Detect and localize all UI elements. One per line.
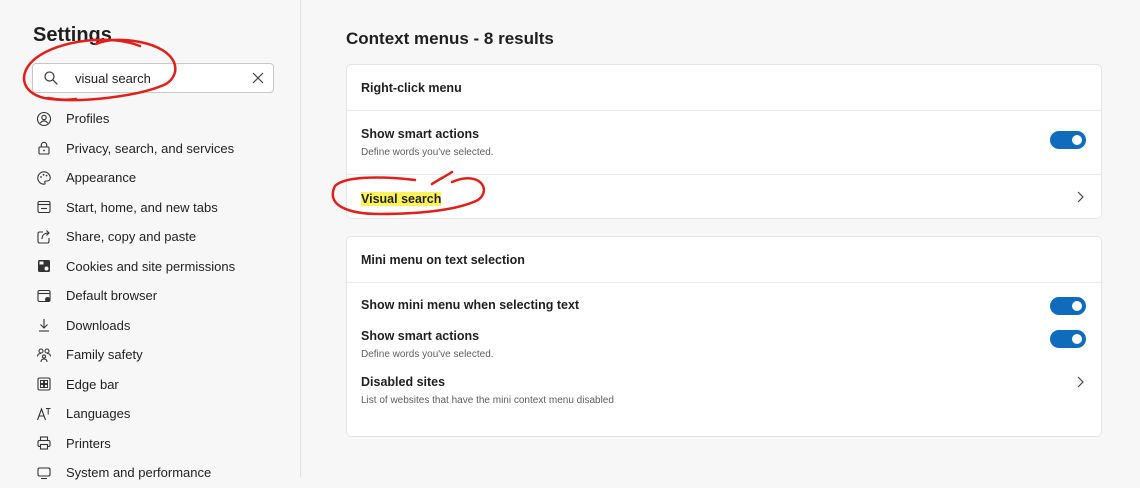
sidebar-item-label: System and performance: [66, 465, 212, 481]
sidebar-item-start-home[interactable]: Start, home, and new tabs: [36, 193, 286, 223]
right-click-menu-card: Right-click menu Show smart actions Defi…: [346, 64, 1102, 219]
setting-row-show-mini-menu: Show mini menu when selecting text: [347, 283, 1101, 321]
download-icon: [36, 317, 52, 333]
sidebar-item-label: Appearance: [66, 170, 137, 186]
sidebar-item-printers[interactable]: Printers: [36, 429, 286, 459]
share-icon: [36, 229, 52, 245]
setting-title: Show smart actions: [361, 127, 480, 141]
cookies-icon: [36, 258, 52, 274]
show-mini-menu-toggle[interactable]: [1050, 297, 1086, 315]
mini-smart-actions-toggle[interactable]: [1050, 330, 1086, 348]
search-box[interactable]: [32, 63, 274, 93]
mini-menu-card: Mini menu on text selection Show mini me…: [346, 236, 1102, 437]
sidebar-item-label: Cookies and site permissions: [66, 258, 236, 274]
sidebar-item-system[interactable]: System and performance: [36, 458, 286, 488]
sidebar-item-share[interactable]: Share, copy and paste: [36, 222, 286, 252]
card-header: Right-click menu: [347, 65, 1101, 111]
sidebar-item-profiles[interactable]: Profiles: [36, 104, 286, 134]
setting-description: Define words you've selected.: [361, 349, 494, 360]
sidebar-item-label: Profiles: [66, 111, 110, 127]
profile-icon: [36, 111, 52, 127]
language-icon: [36, 406, 52, 422]
browser-icon: [36, 288, 52, 304]
results-title: Context menus - 8 results: [346, 29, 554, 48]
setting-title: Show smart actions: [361, 329, 480, 343]
setting-title: Disabled sites: [361, 375, 446, 389]
setting-title: Show mini menu when selecting text: [361, 298, 580, 312]
setting-description: List of websites that have the mini cont…: [361, 395, 614, 406]
family-icon: [36, 347, 52, 363]
setting-row-visual-search[interactable]: Visual search: [347, 175, 1101, 219]
sidebar-item-label: Edge bar: [66, 376, 119, 392]
sidebar-item-cookies[interactable]: Cookies and site permissions: [36, 252, 286, 282]
setting-row-smart-actions: Show smart actions Define words you've s…: [347, 111, 1101, 175]
setting-description: Define words you've selected.: [361, 147, 494, 158]
sidebar-item-label: Share, copy and paste: [66, 229, 197, 245]
chevron-right-icon: [1077, 191, 1084, 203]
sidebar-item-edge-bar[interactable]: Edge bar: [36, 370, 286, 400]
sidebar-item-downloads[interactable]: Downloads: [36, 311, 286, 341]
sidebar-item-label: Downloads: [66, 317, 131, 333]
sidebar-item-privacy[interactable]: Privacy, search, and services: [36, 134, 286, 164]
settings-title: Settings: [33, 24, 112, 46]
sidebar: Settings Profiles Privacy, search, and s…: [0, 0, 301, 480]
edge-bar-icon: [36, 376, 52, 392]
setting-row-disabled-sites[interactable]: Disabled sites List of websites that hav…: [347, 373, 1101, 423]
sidebar-item-languages[interactable]: Languages: [36, 399, 286, 429]
palette-icon: [36, 170, 52, 186]
system-icon: [36, 465, 52, 481]
sidebar-item-label: Default browser: [66, 288, 158, 304]
sidebar-item-label: Printers: [66, 435, 111, 451]
sidebar-item-default-browser[interactable]: Default browser: [36, 281, 286, 311]
setting-title: Visual search: [361, 192, 442, 206]
printer-icon: [36, 435, 52, 451]
clear-search-icon[interactable]: [251, 71, 265, 85]
smart-actions-toggle[interactable]: [1050, 131, 1086, 149]
card-header: Mini menu on text selection: [347, 237, 1101, 283]
sidebar-item-label: Privacy, search, and services: [66, 140, 235, 156]
sidebar-item-label: Start, home, and new tabs: [66, 199, 218, 215]
home-tabs-icon: [36, 199, 52, 215]
sidebar-nav: Profiles Privacy, search, and services A…: [36, 104, 286, 488]
search-icon: [44, 71, 58, 85]
chevron-right-icon: [1077, 376, 1084, 388]
sidebar-item-label: Languages: [66, 406, 131, 422]
lock-icon: [36, 140, 52, 156]
search-input[interactable]: [75, 68, 235, 88]
sidebar-item-label: Family safety: [66, 347, 143, 363]
sidebar-item-family-safety[interactable]: Family safety: [36, 340, 286, 370]
sidebar-item-appearance[interactable]: Appearance: [36, 163, 286, 193]
setting-row-mini-smart-actions: Show smart actions Define words you've s…: [347, 321, 1101, 373]
